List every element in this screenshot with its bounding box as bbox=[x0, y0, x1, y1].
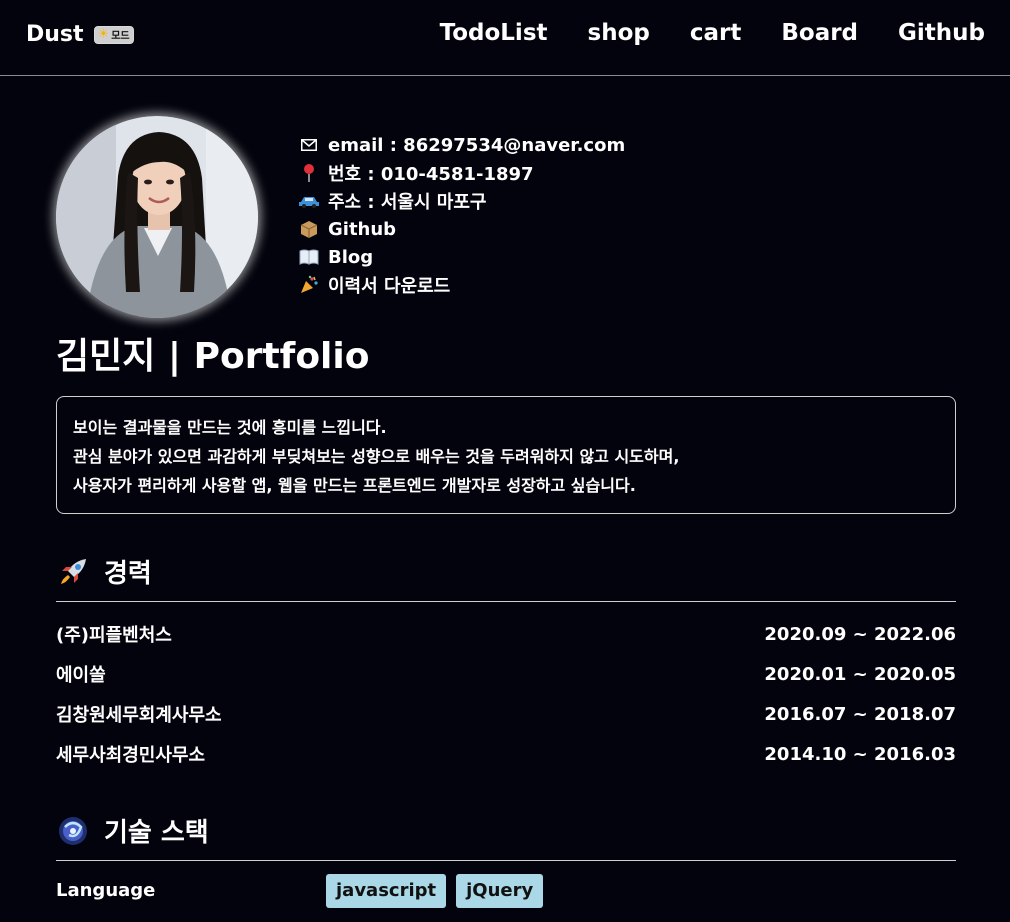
career-company: 김창원세무회계사무소 bbox=[56, 705, 222, 726]
contact-address: 주소 : 서울시 마포구 bbox=[298, 187, 718, 215]
party-popper-icon bbox=[298, 275, 320, 295]
envelope-icon bbox=[298, 139, 320, 151]
intro-line: 관심 분야가 있으면 과감하게 부딪쳐보는 성향으로 배우는 것을 두려워하지 … bbox=[73, 447, 680, 466]
stack-heading-text: 기술 스택 bbox=[104, 818, 209, 848]
nav-link-board[interactable]: Board bbox=[781, 20, 858, 46]
resume-download-link[interactable]: 이력서 다운로드 bbox=[328, 272, 450, 298]
career-company: 에이쏠 bbox=[56, 665, 106, 686]
career-row: 세무사최경민사무소 2014.10 ~ 2016.03 bbox=[56, 734, 956, 774]
profile-avatar bbox=[56, 116, 258, 318]
career-row: 김창원세무회계사무소 2016.07 ~ 2018.07 bbox=[56, 694, 956, 734]
nav-link-shop[interactable]: shop bbox=[588, 20, 650, 46]
career-company: 세무사최경민사무소 bbox=[56, 745, 206, 766]
career-period: 2014.10 ~ 2016.03 bbox=[764, 743, 956, 765]
career-row: 에이쏠 2020.01 ~ 2020.05 bbox=[56, 654, 956, 694]
stack-tags: javascript jQuery bbox=[326, 874, 956, 908]
brand-logo-text[interactable]: Dust bbox=[26, 22, 84, 47]
galaxy-icon bbox=[56, 814, 90, 848]
profile-photo bbox=[56, 116, 258, 318]
car-icon bbox=[298, 194, 320, 208]
career-row: (주)피플벤처스 2020.09 ~ 2022.06 bbox=[56, 614, 956, 654]
book-icon bbox=[298, 249, 320, 265]
contact-blog: Blog bbox=[298, 243, 718, 271]
intro-line: 사용자가 편리하게 사용할 앱, 웹을 만드는 프론트엔드 개발자로 성장하고 … bbox=[73, 476, 636, 495]
contact-list: email : 86297534@naver.com 번호 : 010-4581… bbox=[298, 131, 718, 299]
nav-link-github[interactable]: Github bbox=[898, 20, 985, 46]
address-text: 주소 : 서울시 마포구 bbox=[328, 192, 487, 213]
career-company: (주)피플벤처스 bbox=[56, 625, 172, 646]
blog-link[interactable]: Blog bbox=[328, 247, 373, 268]
box-icon bbox=[298, 219, 320, 239]
intro-line: 보이는 결과물을 만드는 것에 흥미를 느낍니다. bbox=[73, 418, 387, 437]
career-heading: 경력 bbox=[56, 550, 956, 602]
career-heading-text: 경력 bbox=[104, 559, 152, 589]
nav-link-todolist[interactable]: TodoList bbox=[440, 20, 548, 46]
career-list: (주)피플벤처스 2020.09 ~ 2022.06 에이쏠 2020.01 ~… bbox=[56, 614, 956, 774]
brand: Dust ☀ 모드 bbox=[26, 22, 134, 47]
contact-github: Github bbox=[298, 215, 718, 243]
rocket-icon bbox=[56, 555, 90, 589]
nav-link-cart[interactable]: cart bbox=[690, 20, 742, 46]
theme-mode-toggle[interactable]: ☀ 모드 bbox=[93, 25, 134, 44]
github-link[interactable]: Github bbox=[328, 219, 396, 240]
contact-phone: 번호 : 010-4581-1897 bbox=[298, 159, 718, 187]
page-title: 김민지 | Portfolio bbox=[56, 336, 370, 377]
phone-text: 번호 : 010-4581-1897 bbox=[328, 164, 534, 185]
tag-javascript: javascript bbox=[326, 874, 447, 908]
stack-heading: 기술 스택 bbox=[56, 809, 956, 861]
career-period: 2016.07 ~ 2018.07 bbox=[764, 703, 956, 725]
email-text[interactable]: email : 86297534@naver.com bbox=[328, 135, 625, 156]
tag-jquery: jQuery bbox=[456, 874, 544, 908]
contact-resume: 이력서 다운로드 bbox=[298, 271, 718, 299]
career-period: 2020.09 ~ 2022.06 bbox=[764, 623, 956, 645]
pin-icon bbox=[298, 163, 320, 183]
career-period: 2020.01 ~ 2020.05 bbox=[764, 663, 956, 685]
stack-label: Language bbox=[56, 880, 156, 901]
intro-box: 보이는 결과물을 만드는 것에 흥미를 느낍니다. 관심 분야가 있으면 과감하… bbox=[56, 396, 956, 514]
contact-email: email : 86297534@naver.com bbox=[298, 131, 718, 159]
sun-icon: ☀ bbox=[97, 27, 110, 42]
mode-label: 모드 bbox=[111, 31, 130, 42]
top-navbar: Dust ☀ 모드 TodoList shop cart Board Githu… bbox=[0, 0, 1010, 76]
nav-links: TodoList shop cart Board Github bbox=[440, 20, 985, 46]
